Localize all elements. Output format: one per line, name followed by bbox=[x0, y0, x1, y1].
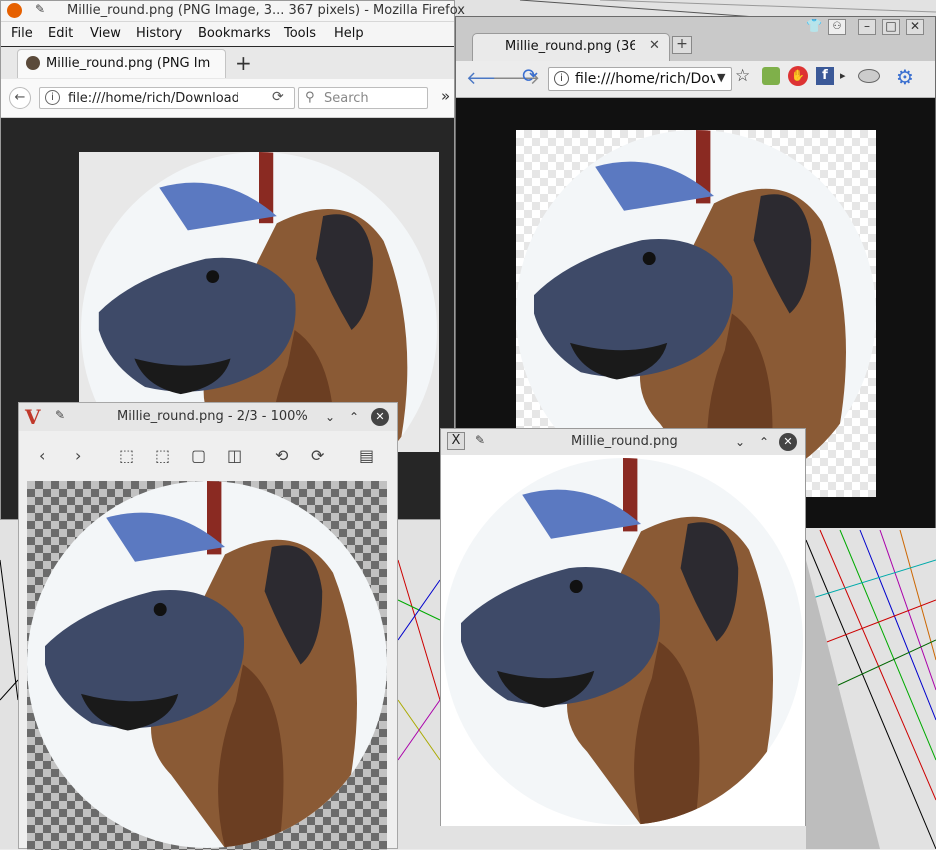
viewer-logo-icon: V bbox=[25, 405, 41, 429]
window-title: Millie_round.png - 2/3 - 100% bbox=[117, 409, 308, 424]
minimize-button[interactable]: ⌄ bbox=[731, 433, 749, 451]
image-viewport bbox=[441, 456, 805, 826]
search-placeholder: Search bbox=[324, 91, 369, 106]
x-viewer-window: X ✎ Millie_round.png ⌄ ⌃ ✕ bbox=[440, 428, 806, 826]
extension-icon[interactable] bbox=[858, 69, 880, 83]
url-bar[interactable]: i file:///home/rich/Download: ⟳ bbox=[39, 87, 295, 109]
info-icon[interactable]: i bbox=[554, 71, 569, 86]
minimize-button[interactable]: – bbox=[858, 19, 876, 35]
search-box[interactable]: ⚲ Search bbox=[298, 87, 428, 109]
chromium-toolbar: 🡐 🡒 ⟳ i file:///home/rich/Dov ▼ ☆ ✋ f ▸ … bbox=[456, 61, 935, 98]
menu-bookmarks[interactable]: Bookmarks bbox=[198, 26, 271, 41]
zoom-in-fit-icon[interactable]: ⬚ bbox=[119, 446, 134, 465]
user-icon[interactable]: ⚇ bbox=[828, 19, 846, 35]
facebook-icon[interactable]: f bbox=[816, 67, 834, 85]
url-text: file:///home/rich/Download: bbox=[68, 91, 238, 106]
chromium-frame[interactable]: 👕 ⚇ – □ ✕ Millie_round.png (360 ✕ + bbox=[456, 17, 935, 61]
previous-icon[interactable]: ‹ bbox=[39, 446, 45, 465]
bookmark-star-icon[interactable]: ☆ bbox=[735, 66, 750, 86]
actual-size-icon[interactable]: ◫ bbox=[227, 446, 242, 465]
x-viewer-titlebar[interactable]: X ✎ Millie_round.png ⌄ ⌃ ✕ bbox=[441, 429, 805, 455]
x-logo-icon: X bbox=[447, 432, 465, 450]
menu-bar: File Edit View History Bookmarks Tools H… bbox=[1, 22, 454, 46]
firefox-logo-icon bbox=[7, 3, 22, 18]
pin-icon[interactable]: ✎ bbox=[475, 433, 485, 447]
tab-label: Millie_round.png (360 bbox=[505, 39, 635, 54]
menu-file[interactable]: File bbox=[11, 26, 33, 41]
window-title: Millie_round.png bbox=[571, 434, 678, 449]
extensions-overflow-icon[interactable]: ▸ bbox=[840, 69, 846, 82]
window-title: Millie_round.png (PNG Image, 3... 367 pi… bbox=[67, 3, 465, 18]
firefox-titlebar[interactable]: ✎ Millie_round.png (PNG Image, 3... 367 … bbox=[1, 1, 465, 22]
reload-icon[interactable]: ⟳ bbox=[272, 89, 284, 105]
next-icon[interactable]: › bbox=[75, 446, 81, 465]
viewer-titlebar[interactable]: V ✎ Millie_round.png - 2/3 - 100% ⌄ ⌃ ✕ bbox=[19, 403, 397, 431]
close-button[interactable]: ✕ bbox=[371, 408, 389, 426]
tab-label: Millie_round.png (PNG Im bbox=[46, 56, 211, 71]
maximize-button[interactable]: ⌃ bbox=[345, 408, 363, 426]
info-icon[interactable]: i bbox=[45, 90, 60, 105]
minimize-button[interactable]: ⌄ bbox=[321, 408, 339, 426]
back-arrow-icon[interactable]: ← bbox=[9, 87, 31, 109]
maximize-button[interactable]: □ bbox=[882, 19, 900, 35]
pin-icon[interactable]: ✎ bbox=[55, 408, 65, 422]
tab-millie-round[interactable]: Millie_round.png (360 ✕ bbox=[472, 33, 670, 61]
image-viewer-window: V ✎ Millie_round.png - 2/3 - 100% ⌄ ⌃ ✕ … bbox=[18, 402, 398, 850]
menu-edit[interactable]: Edit bbox=[48, 26, 73, 41]
rotate-left-icon[interactable]: ⟲ bbox=[275, 446, 288, 465]
dropdown-arrow-icon[interactable]: ▼ bbox=[717, 71, 725, 84]
tab-bar: Millie_round.png (PNG Im + bbox=[1, 47, 454, 79]
viewer-toolbar: ‹ › ⬚ ⬚ ▢ ◫ ⟲ ⟳ ▤ bbox=[19, 432, 397, 480]
url-text: file:///home/rich/Dov bbox=[575, 71, 715, 87]
overflow-chevron-icon[interactable]: » bbox=[441, 87, 450, 105]
reload-icon[interactable]: ⟳ bbox=[522, 65, 538, 87]
home-icon[interactable] bbox=[762, 67, 780, 85]
zoom-out-fit-icon[interactable]: ⬚ bbox=[155, 446, 170, 465]
tab-millie-round[interactable]: Millie_round.png (PNG Im bbox=[17, 49, 226, 78]
profile-shirt-icon[interactable]: 👕 bbox=[806, 19, 822, 34]
menu-history[interactable]: History bbox=[136, 26, 182, 41]
dog-image bbox=[443, 458, 803, 825]
tab-close-icon[interactable]: ✕ bbox=[649, 38, 660, 53]
close-button[interactable]: ✕ bbox=[906, 19, 924, 35]
menu-tools[interactable]: Tools bbox=[284, 26, 316, 41]
navigation-toolbar: ← i file:///home/rich/Download: ⟳ ⚲ Sear… bbox=[1, 79, 454, 118]
close-button[interactable]: ✕ bbox=[779, 433, 797, 451]
adblock-stop-icon[interactable]: ✋ bbox=[788, 66, 808, 86]
menu-help[interactable]: Help bbox=[334, 26, 364, 41]
new-tab-button[interactable]: + bbox=[235, 51, 252, 75]
fit-window-icon[interactable]: ▢ bbox=[191, 446, 206, 465]
new-tab-button[interactable]: + bbox=[672, 36, 692, 54]
pin-icon[interactable]: ✎ bbox=[35, 2, 45, 16]
dog-favicon-icon bbox=[26, 56, 40, 70]
settings-gear-icon[interactable]: ⚙ bbox=[896, 65, 914, 89]
dog-image bbox=[27, 481, 387, 848]
maximize-button[interactable]: ⌃ bbox=[755, 433, 773, 451]
url-bar[interactable]: i file:///home/rich/Dov ▼ bbox=[548, 67, 732, 91]
rotate-right-icon[interactable]: ⟳ bbox=[311, 446, 324, 465]
menu-view[interactable]: View bbox=[90, 26, 121, 41]
sidebar-panel-icon[interactable]: ▤ bbox=[359, 446, 374, 465]
search-icon: ⚲ bbox=[305, 90, 315, 105]
image-viewport bbox=[27, 481, 387, 850]
